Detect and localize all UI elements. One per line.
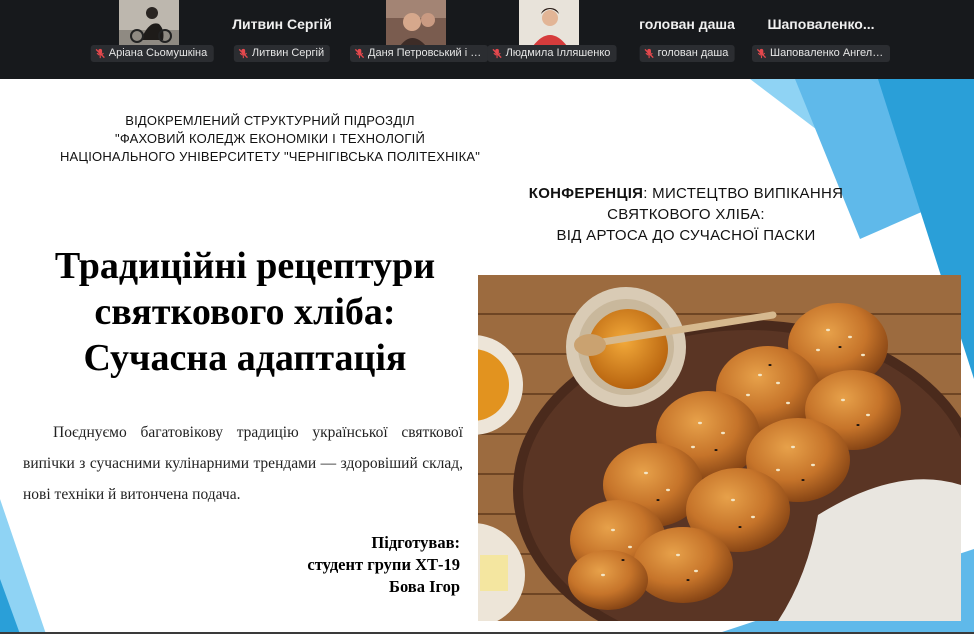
participant-name: голован даша xyxy=(657,47,729,59)
participant-name: Даня Петровський і П... xyxy=(368,47,482,59)
muted-microphone-icon xyxy=(354,48,365,59)
participant-tile[interactable]: Аріана Сьомушкіна xyxy=(85,0,219,79)
title-line: Сучасна адаптація xyxy=(83,337,407,379)
author-line: Бова Ігор xyxy=(389,577,460,596)
participant-video xyxy=(519,0,579,46)
author-line: студент групи ХТ-19 xyxy=(307,555,460,574)
conference-line: ВІД АРТОСА ДО СУЧАСНОЇ ПАСКИ xyxy=(556,227,816,244)
title-line: святкового хліба: xyxy=(94,291,396,333)
title-line: Традиційні рецептури xyxy=(54,245,436,287)
participant-tile[interactable]: Людмила Ілляшенко xyxy=(485,0,619,79)
slide-title: Традиційні рецептури святкового хліба: С… xyxy=(10,243,480,381)
participant-tile[interactable]: голован даша голован даша xyxy=(620,0,754,79)
participant-name-tag: Людмила Ілляшенко xyxy=(487,45,617,62)
participant-display-name: Литвин Сергій xyxy=(232,16,332,32)
participant-name: Шаповаленко Ангеліна xyxy=(770,47,884,59)
muted-microphone-icon xyxy=(644,48,655,59)
conference-title: КОНФЕРЕНЦІЯ: МИСТЕЦТВО ВИПІКАННЯ СВЯТКОВ… xyxy=(506,183,866,246)
participant-tile[interactable]: Литвин Сергій Литвин Сергій xyxy=(215,0,349,79)
participant-name-tag: Литвин Сергій xyxy=(233,45,331,62)
muted-microphone-icon xyxy=(492,48,503,59)
shared-slide: ВІДОКРЕМЛЕНИЙ СТРУКТУРНИЙ ПІДРОЗДІЛ "ФАХ… xyxy=(0,79,974,634)
participant-video xyxy=(119,0,179,46)
bread-photo xyxy=(478,275,961,621)
participant-name: Людмила Ілляшенко xyxy=(505,47,611,59)
participant-video xyxy=(386,0,446,46)
participant-tile[interactable]: Шаповаленко... Шаповаленко Ангеліна xyxy=(752,0,890,79)
author-line: Підготував: xyxy=(371,533,460,552)
organization-name: ВІДОКРЕМЛЕНИЙ СТРУКТУРНИЙ ПІДРОЗДІЛ "ФАХ… xyxy=(20,112,520,166)
participant-name-tag: Шаповаленко Ангеліна xyxy=(752,45,890,62)
participant-display-name: голован даша xyxy=(639,16,735,32)
participant-strip: Аріана Сьомушкіна Литвин Сергій Литвин С… xyxy=(0,0,974,79)
organization-line: "ФАХОВИЙ КОЛЕДЖ ЕКОНОМІКИ І ТЕХНОЛОГІЙ xyxy=(115,131,425,146)
author-block: Підготував: студент групи ХТ-19 Бова Іго… xyxy=(240,532,460,598)
conference-line: : МИСТЕЦТВО ВИПІКАННЯ xyxy=(643,185,844,202)
conference-line: СВЯТКОВОГО ХЛІБА: xyxy=(607,206,765,223)
organization-line: НАЦІОНАЛЬНОГО УНІВЕРСИТЕТУ "ЧЕРНІГІВСЬКА… xyxy=(59,149,481,164)
muted-microphone-icon xyxy=(95,48,106,59)
slide-description: Поєднуємо багатовікову традицію українсь… xyxy=(23,424,463,503)
organization-line: ВІДОКРЕМЛЕНИЙ СТРУКТУРНИЙ ПІДРОЗДІЛ xyxy=(125,113,415,128)
muted-microphone-icon xyxy=(756,48,767,59)
participant-name-tag: Даня Петровський і П... xyxy=(350,45,488,62)
conference-label: КОНФЕРЕНЦІЯ xyxy=(528,185,644,202)
participant-name-tag: Аріана Сьомушкіна xyxy=(90,45,214,62)
participant-name: Литвин Сергій xyxy=(251,47,325,59)
participant-tile[interactable]: Даня Петровський і П... xyxy=(350,0,488,79)
muted-microphone-icon xyxy=(238,48,249,59)
participant-display-name: Шаповаленко... xyxy=(767,16,875,32)
participant-name-tag: голован даша xyxy=(639,45,735,62)
participant-name: Аріана Сьомушкіна xyxy=(108,47,208,59)
